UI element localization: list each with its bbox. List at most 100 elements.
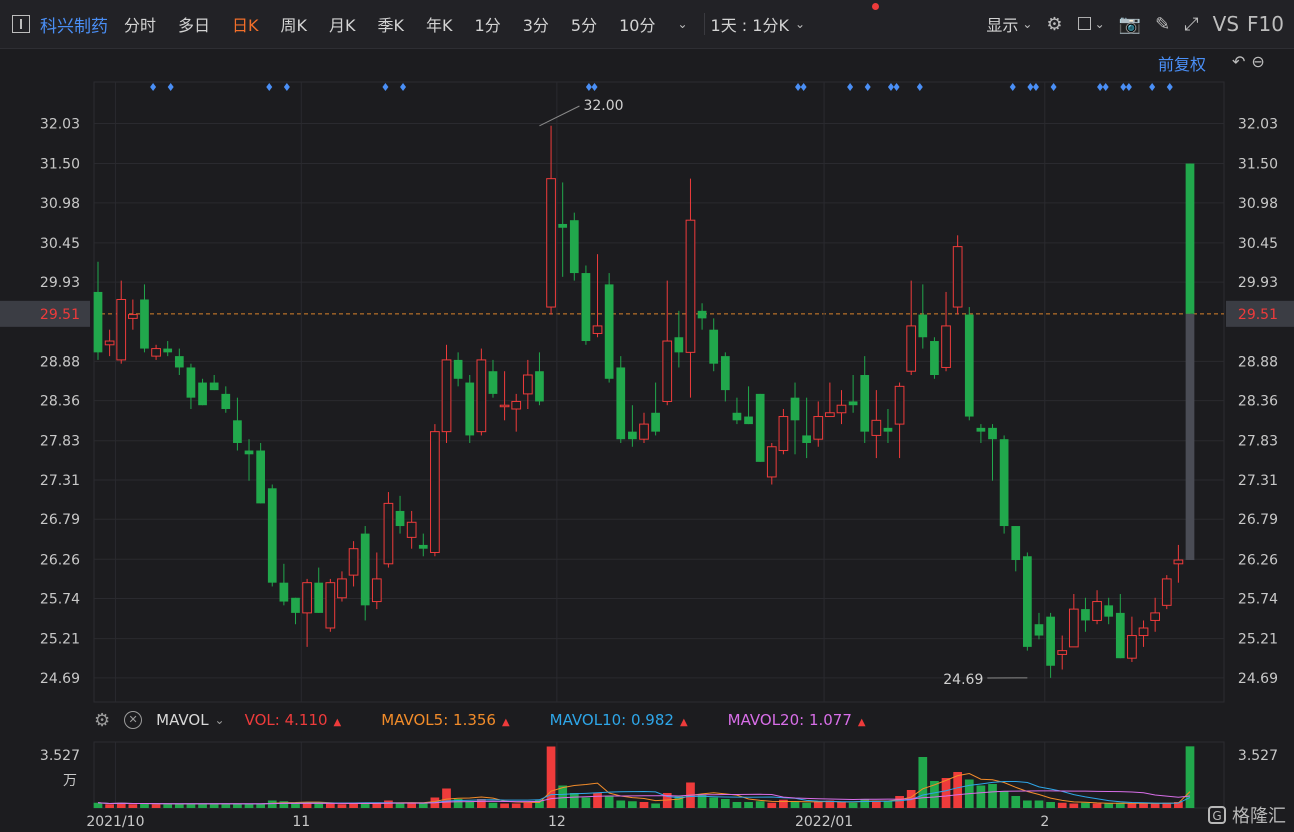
candle-body <box>709 329 719 364</box>
candle-body <box>581 273 591 342</box>
volume-bar <box>813 802 823 808</box>
volume-bar <box>755 801 765 808</box>
candle-body <box>371 578 382 603</box>
candle-body <box>616 367 626 440</box>
candle-body <box>952 246 963 308</box>
max-leader <box>539 105 580 127</box>
volume-bar <box>651 803 660 808</box>
price-tick-right: 28.88 <box>1238 354 1278 370</box>
candle-body <box>163 348 173 353</box>
candle-body <box>476 359 487 433</box>
candle-body <box>441 359 452 433</box>
candle-body <box>1115 612 1125 659</box>
volume-bar <box>1046 802 1055 808</box>
candle-body <box>383 502 394 565</box>
close-indicator-icon[interactable]: ✕ <box>124 711 143 729</box>
candle-body <box>697 310 707 319</box>
date-axis: 2021/10 11 12 2022/01 2 <box>86 814 1049 830</box>
price-tick-right: 29.51 <box>1238 307 1278 323</box>
mavol5-text: MAVOL5: 1.356 <box>381 711 496 729</box>
event-diamond-icon <box>1125 83 1132 91</box>
price-tick-left: 28.36 <box>40 394 80 410</box>
volume-bar <box>999 791 1009 808</box>
candle-body <box>802 435 811 443</box>
price-tick-left: 26.79 <box>40 512 80 528</box>
volume-bar <box>523 802 533 808</box>
indicator-settings-gear-icon[interactable]: ⚙ <box>94 710 110 731</box>
candle-body <box>592 325 603 334</box>
candle-body <box>140 299 149 349</box>
price-tick-left: 25.21 <box>40 632 80 648</box>
volume-bar <box>732 802 742 808</box>
volume-bar <box>140 803 149 808</box>
candle-body <box>674 337 684 353</box>
candle-body <box>755 393 765 462</box>
volume-bar <box>128 804 138 808</box>
candle-body <box>918 314 928 338</box>
candle-body <box>1092 601 1102 621</box>
price-tick-right: 30.45 <box>1238 236 1278 252</box>
volume-bar <box>720 799 730 808</box>
volume-bar <box>790 802 800 808</box>
mavol20-value: MAVOL20: 1.077 ▲ <box>728 711 866 729</box>
volume-bar <box>941 778 951 808</box>
volume-bar <box>1150 803 1160 808</box>
volume-bar <box>709 797 719 808</box>
candle-body <box>1011 526 1021 561</box>
volume-bar <box>767 802 777 808</box>
indicator-chevron-icon[interactable]: ⌄ <box>215 713 225 727</box>
candle-body <box>1023 556 1032 647</box>
volume-bar <box>639 802 649 808</box>
price-tick-right: 24.69 <box>1238 671 1278 687</box>
volume-bar <box>267 800 277 808</box>
event-diamond-icon <box>1149 83 1156 91</box>
event-diamond-icon <box>283 83 290 91</box>
volume-bar <box>372 803 382 808</box>
candle-body <box>233 420 242 443</box>
candle-body <box>1150 612 1161 621</box>
volume-bar <box>314 803 324 808</box>
candle-body <box>813 416 824 440</box>
candle-body <box>453 359 463 379</box>
volume-bar <box>384 800 393 808</box>
volume-bar <box>628 801 637 808</box>
candle-body <box>941 325 951 368</box>
volume-bar <box>442 788 451 808</box>
event-diamond-icon <box>400 83 407 91</box>
mavol-legend: ⚙ ✕ MAVOL ⌄ VOL: 4.110 ▲ MAVOL5: 1.356 ▲ M… <box>0 705 1294 735</box>
candle-body <box>1173 559 1184 565</box>
price-tick-left: 27.31 <box>40 473 80 489</box>
volume-bar <box>221 804 231 808</box>
price-tick-left: 26.26 <box>40 552 80 568</box>
volume-bar <box>93 802 103 808</box>
candle-body <box>1034 624 1044 636</box>
price-tick-left: 31.50 <box>40 157 80 173</box>
candle-body <box>1138 627 1149 637</box>
date-tick: 2022/01 <box>795 814 853 830</box>
price-tick-right: 31.50 <box>1238 157 1278 173</box>
candle-body <box>302 582 312 614</box>
candle-body <box>535 371 544 402</box>
candle-body <box>906 325 917 372</box>
candle-body <box>1057 650 1068 655</box>
candle-body <box>337 578 347 599</box>
candle-body <box>1185 163 1195 314</box>
mavol20-text: MAVOL20: 1.077 <box>727 711 852 729</box>
candle-body <box>766 446 777 478</box>
indicator-name[interactable]: MAVOL <box>156 711 208 729</box>
candle-body <box>964 314 974 417</box>
candle-body <box>198 382 207 406</box>
date-tick: 2 <box>1040 814 1049 830</box>
chart-grid <box>93 81 1225 808</box>
up-triangle-icon: ▲ <box>333 717 342 728</box>
volume-bar <box>744 802 753 808</box>
candle-body <box>430 431 440 553</box>
volume-frame <box>93 741 1225 809</box>
vol-unit-label: 万 <box>63 773 77 789</box>
volume-chart: 3.527 3.527 万 <box>40 741 1278 809</box>
volume-bar <box>895 796 904 808</box>
candle-body <box>104 340 115 346</box>
candle-body <box>848 401 858 406</box>
volume-bar <box>569 793 579 808</box>
candle-body <box>790 397 800 421</box>
